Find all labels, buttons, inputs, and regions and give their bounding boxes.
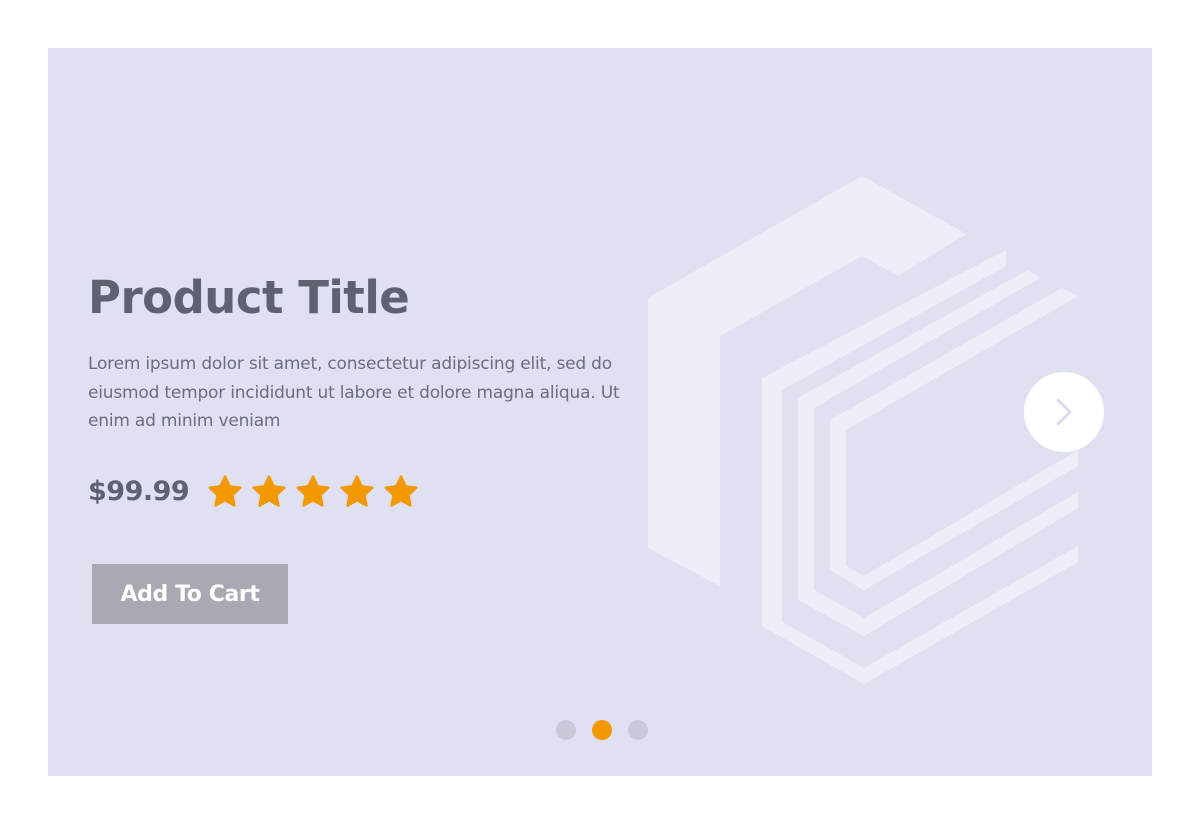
star-icon (384, 475, 418, 507)
product-title: Product Title (88, 271, 410, 324)
next-slide-button[interactable] (1024, 372, 1104, 452)
product-slider: Product Title Lorem ipsum dolor sit amet… (48, 48, 1152, 776)
product-price: $99.99 (88, 476, 190, 507)
star-icon (208, 475, 242, 507)
star-rating (206, 473, 420, 511)
chevron-right-icon (1056, 398, 1072, 426)
pagination-dot[interactable] (628, 720, 648, 740)
add-to-cart-button[interactable]: Add To Cart (92, 564, 288, 624)
pagination-dot[interactable] (556, 720, 576, 740)
star-icon (296, 475, 330, 507)
pagination-dot[interactable] (592, 720, 612, 740)
hexagon-logo-icon (648, 176, 1078, 684)
product-description: Lorem ipsum dolor sit amet, consectetur … (88, 354, 620, 431)
star-icon (252, 475, 286, 507)
star-icon (340, 475, 374, 507)
slider-pagination (556, 720, 648, 740)
